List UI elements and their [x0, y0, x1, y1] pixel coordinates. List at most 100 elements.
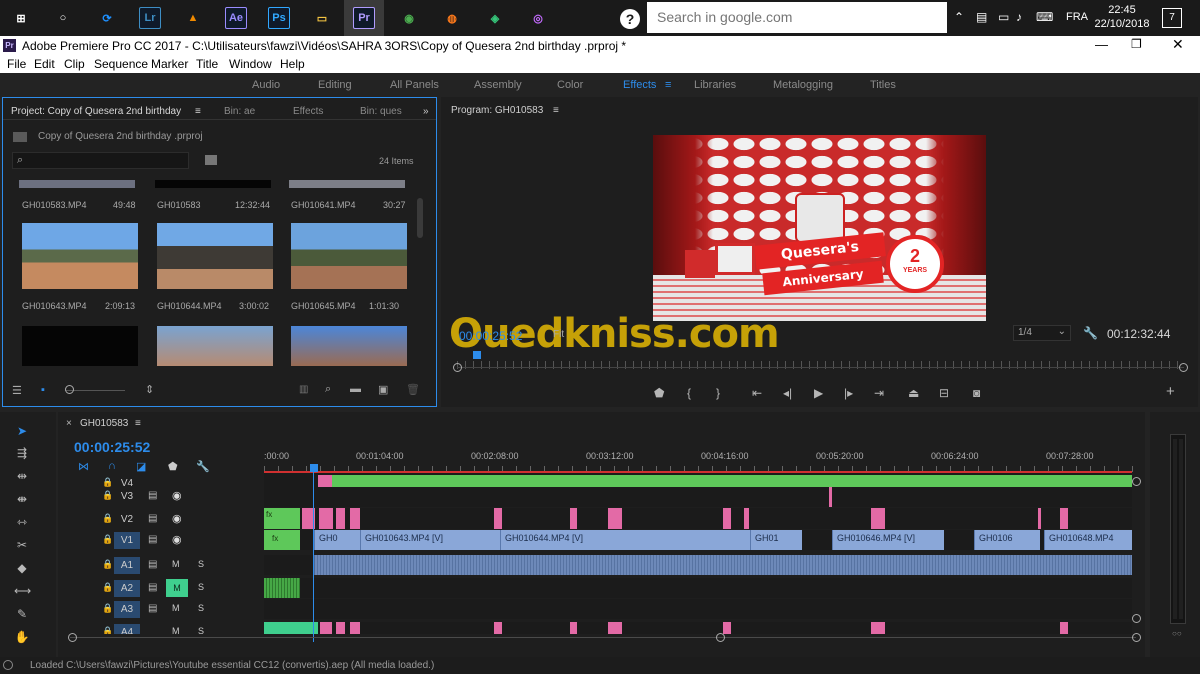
- program-playhead[interactable]: [473, 351, 481, 359]
- timeline-scrollbar[interactable]: [70, 637, 1136, 638]
- solo-button[interactable]: S: [198, 559, 204, 569]
- clip-v4-pink[interactable]: [318, 475, 332, 487]
- step-back-icon[interactable]: ◂|: [783, 386, 792, 400]
- sort-icon[interactable]: ⇕: [145, 383, 154, 396]
- wrench-icon[interactable]: 🔧: [1083, 326, 1098, 340]
- sequence-menu-icon[interactable]: ≡: [135, 418, 141, 429]
- track-label-v2[interactable]: V2: [114, 511, 140, 528]
- clip-v1[interactable]: GH01: [750, 530, 802, 550]
- lock-icon[interactable]: 🔒: [102, 513, 113, 524]
- track-label-a3[interactable]: A3: [114, 601, 140, 618]
- lock-icon[interactable]: 🔒: [102, 626, 113, 634]
- track-label-a4[interactable]: A4: [114, 624, 140, 634]
- pen-tool-icon[interactable]: ✎: [14, 607, 30, 623]
- hand-tool-icon[interactable]: ✋: [14, 630, 30, 646]
- clip-v2-pink[interactable]: [336, 508, 345, 529]
- audio-clip-a4-pink[interactable]: [608, 622, 622, 634]
- ripple-edit-icon[interactable]: ⇹: [14, 469, 30, 485]
- fit-select[interactable]: Fit: [553, 329, 564, 340]
- razor-icon[interactable]: ✂: [14, 538, 30, 554]
- clip-v1[interactable]: GH0: [314, 530, 360, 550]
- eye-icon[interactable]: ◉: [172, 512, 182, 525]
- menu-window[interactable]: Window: [229, 57, 272, 71]
- close-button[interactable]: ✕: [1172, 36, 1184, 53]
- close-sequence-icon[interactable]: ×: [66, 418, 72, 429]
- audio-clip-a4-pink[interactable]: [350, 622, 360, 634]
- add-marker-icon[interactable]: ⬟: [654, 386, 664, 400]
- scroll-handle-right[interactable]: [1132, 633, 1141, 642]
- minimize-button[interactable]: —: [1095, 37, 1108, 52]
- firefox-icon[interactable]: ◍: [438, 4, 466, 32]
- track-label-v3[interactable]: V3: [114, 488, 140, 505]
- thumbnail[interactable]: [289, 180, 405, 188]
- audio-clip-a4-pink[interactable]: [1060, 622, 1068, 634]
- step-forward-icon[interactable]: |▸: [844, 386, 853, 400]
- tab-project[interactable]: Project: Copy of Quesera 2nd birthday: [11, 106, 181, 117]
- tab-bin-ques[interactable]: Bin: ques: [360, 106, 402, 117]
- audio-clip-a4-pink[interactable]: [871, 622, 885, 634]
- vlc-icon[interactable]: ▲: [179, 4, 207, 32]
- rolling-edit-icon[interactable]: ⇼: [14, 492, 30, 508]
- go-to-out-icon[interactable]: ⇥: [874, 386, 884, 400]
- mark-out-icon[interactable]: }: [716, 386, 720, 400]
- clip-v2-pink[interactable]: [1038, 508, 1041, 529]
- timeline-settings-icon[interactable]: 🔧: [196, 460, 210, 473]
- program-timecode[interactable]: 00:00:25:52: [459, 329, 522, 343]
- lock-icon[interactable]: 🔒: [102, 534, 113, 545]
- thumbnail[interactable]: [291, 326, 407, 366]
- thumbnail[interactable]: [291, 223, 407, 289]
- slip-tool-icon[interactable]: ◆: [14, 561, 30, 577]
- solo-button[interactable]: S: [198, 626, 204, 634]
- mute-button-active[interactable]: M: [166, 579, 188, 597]
- cortana-icon[interactable]: ○: [49, 4, 77, 32]
- project-panel-menu-icon[interactable]: ≡: [195, 106, 201, 117]
- file-explorer-icon[interactable]: ▭: [308, 4, 336, 32]
- menu-sequence[interactable]: Sequence: [94, 57, 148, 71]
- media-app-icon[interactable]: ◎: [524, 4, 552, 32]
- clip-v3-pink[interactable]: [829, 487, 832, 507]
- zoom-slider[interactable]: [65, 390, 125, 391]
- clip-v2-pink[interactable]: [350, 508, 360, 529]
- toggle-sync-icon[interactable]: ▤: [148, 534, 157, 545]
- toggle-sync-icon[interactable]: ▤: [148, 582, 157, 593]
- taskbar-clock[interactable]: 22:45 22/10/2018: [1092, 3, 1152, 31]
- list-view-icon[interactable]: ☰: [12, 384, 22, 397]
- clip-v1[interactable]: GH010644.MP4 [V]: [500, 530, 750, 550]
- scroll-handle-mid[interactable]: [716, 633, 725, 642]
- lock-icon[interactable]: 🔒: [102, 559, 113, 570]
- toggle-sync-icon[interactable]: ▤: [148, 559, 157, 570]
- project-search-input[interactable]: ⌕: [12, 152, 189, 169]
- play-button[interactable]: ▶: [814, 386, 823, 400]
- audio-clip-a4[interactable]: [264, 622, 318, 634]
- thumbnail[interactable]: [22, 223, 138, 289]
- solo-button[interactable]: S: [198, 603, 204, 613]
- solo-button[interactable]: S: [198, 582, 204, 592]
- linked-selection-icon[interactable]: ◪: [136, 460, 146, 473]
- eye-icon[interactable]: ◉: [172, 533, 182, 546]
- timeline-playhead-handle[interactable]: [310, 464, 318, 472]
- audio-clip-a4-pink[interactable]: [336, 622, 345, 634]
- clip-v4-green[interactable]: [332, 475, 1132, 487]
- project-scrollbar[interactable]: [417, 198, 423, 238]
- sequence-tab[interactable]: GH010583: [80, 418, 128, 429]
- menu-file[interactable]: File: [7, 57, 26, 71]
- timeline-timecode[interactable]: 00:00:25:52: [74, 439, 150, 455]
- selection-tool-icon[interactable]: ➤: [14, 424, 30, 440]
- menu-clip[interactable]: Clip: [64, 57, 85, 71]
- scrubber-end-handle[interactable]: [1179, 363, 1188, 372]
- lightroom-icon[interactable]: Lr: [136, 4, 164, 32]
- resolution-select[interactable]: 1/4 ⌄: [1013, 325, 1071, 341]
- scroll-handle-left[interactable]: [68, 633, 77, 642]
- tab-effects[interactable]: Effects: [293, 106, 323, 117]
- audio-clip-a4-pink[interactable]: [494, 622, 502, 634]
- tray-chevron-icon[interactable]: ⌃: [954, 10, 964, 24]
- snap-icon[interactable]: ⋈: [78, 460, 89, 473]
- tab-bin-ae[interactable]: Bin: ae: [224, 106, 255, 117]
- clip-v2-pink[interactable]: [494, 508, 502, 529]
- workspace-color[interactable]: Color: [557, 79, 583, 91]
- export-frame-icon[interactable]: ◙: [973, 386, 980, 400]
- new-search-bin-icon[interactable]: [205, 155, 217, 165]
- workspace-all-panels[interactable]: All Panels: [390, 79, 439, 91]
- windows-start-icon[interactable]: ⊞: [7, 4, 35, 32]
- mute-button[interactable]: M: [172, 559, 180, 569]
